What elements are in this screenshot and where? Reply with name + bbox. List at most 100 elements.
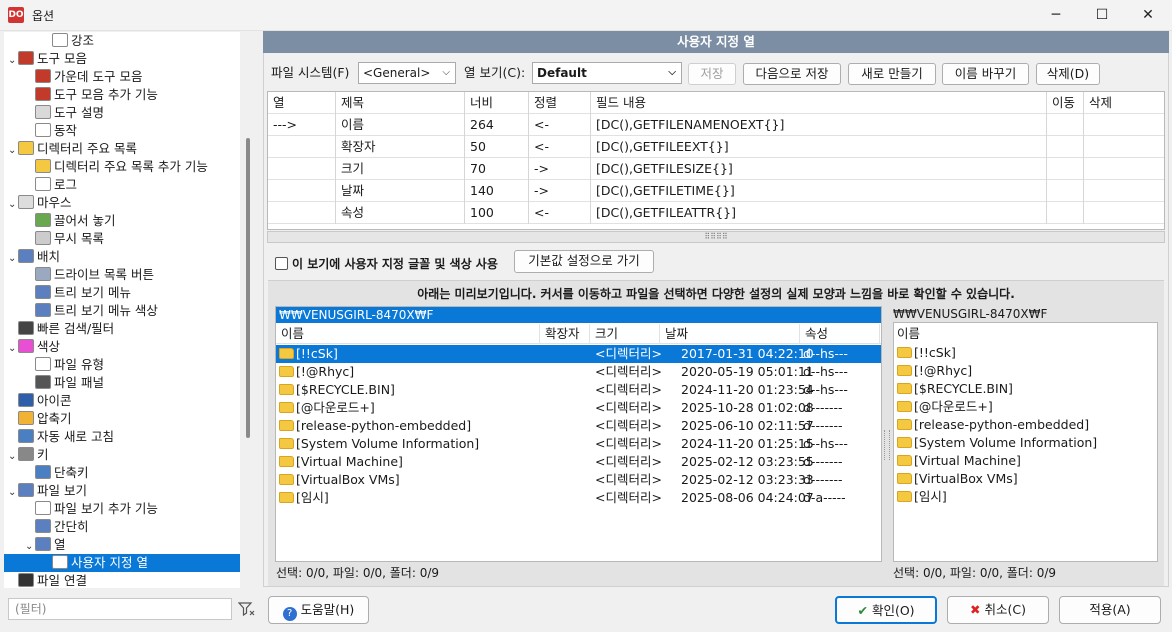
table-cell[interactable]: 70 <box>465 158 529 180</box>
table-cell[interactable]: ---> <box>268 114 336 136</box>
minimize-button[interactable]: ─ <box>1033 0 1079 31</box>
tree-item[interactable]: 도구 설명 <box>4 104 240 122</box>
tree-item[interactable]: 가운데 도구 모음 <box>4 68 240 86</box>
header-name[interactable]: 이름 <box>276 324 540 344</box>
table-cell[interactable]: [DC(),GETFILETIME{}] <box>591 180 1047 202</box>
table-cell[interactable]: 100 <box>465 202 529 224</box>
table-cell[interactable] <box>268 180 336 202</box>
apply-button[interactable]: 적용(A) <box>1059 596 1161 624</box>
table-cell[interactable]: -> <box>529 158 591 180</box>
filesystem-select[interactable]: <General> ⌵ <box>358 62 456 84</box>
table-cell[interactable]: 확장자 <box>336 136 465 158</box>
table-cell[interactable]: <- <box>529 114 591 136</box>
cancel-button[interactable]: ✖ 취소(C) <box>947 596 1049 624</box>
table-cell[interactable]: 140 <box>465 180 529 202</box>
table-row[interactable]: 속성 100 <- [DC(),GETFILEATTR{}] <box>268 202 1164 224</box>
table-cell[interactable] <box>1084 202 1164 224</box>
tree-item[interactable]: 트리 보기 메뉴 색상 <box>4 302 240 320</box>
tree-item[interactable]: 끌어서 놓기 <box>4 212 240 230</box>
table-cell[interactable]: 날짜 <box>336 180 465 202</box>
header-date[interactable]: 날짜 <box>660 324 800 344</box>
mini-preview-list[interactable]: 이름 [!!cSk] [!@Rhyc] [$RECYCLE.BIN] [@다운로드+]… <box>893 322 1158 562</box>
save-as-button[interactable]: 다음으로 저장 <box>743 63 841 85</box>
list-item[interactable]: [$RECYCLE.BIN] <box>897 380 1013 398</box>
tree-item[interactable]: ⌄ 색상 <box>4 338 240 356</box>
table-cell[interactable] <box>268 136 336 158</box>
table-cell[interactable] <box>1084 114 1164 136</box>
tree-item[interactable]: 무시 목록 <box>4 230 240 248</box>
tree-item[interactable]: ⌄ 키 <box>4 446 240 464</box>
table-cell[interactable] <box>1084 180 1164 202</box>
delete-button[interactable]: 삭제(D) <box>1036 63 1100 85</box>
table-cell[interactable] <box>1047 180 1084 202</box>
table-cell[interactable]: 속성 <box>336 202 465 224</box>
table-cell[interactable]: [DC(),GETFILESIZE{}] <box>591 158 1047 180</box>
table-cell[interactable]: <- <box>529 136 591 158</box>
tree-item[interactable]: 사용자 지정 열 <box>4 554 240 572</box>
list-item[interactable]: [System Volume Information] <디렉터리> 2024-11… <box>276 435 881 453</box>
table-cell[interactable] <box>1047 136 1084 158</box>
list-item[interactable]: [Virtual Machine] <디렉터리> 2025-02-12 03:23:… <box>276 453 881 471</box>
close-button[interactable]: ✕ <box>1125 0 1171 31</box>
list-item[interactable]: [임시] <디렉터리> 2025-08-06 04:24:07 d-a----- <box>276 489 881 507</box>
tree-item[interactable]: 강조 <box>4 32 240 50</box>
table-cell[interactable] <box>1084 158 1164 180</box>
tree-item[interactable]: 도구 모음 추가 기능 <box>4 86 240 104</box>
tree-item[interactable]: 디렉터리 주요 목록 추가 기능 <box>4 158 240 176</box>
list-item[interactable]: [$RECYCLE.BIN] <디렉터리> 2024-11-20 01:23:54 d… <box>276 381 881 399</box>
header-ext[interactable]: 확장자 <box>540 324 590 344</box>
rename-button[interactable]: 이름 바꾸기 <box>942 63 1029 85</box>
tree-item[interactable]: 단축키 <box>4 464 240 482</box>
help-button[interactable]: ? 도움말(H) <box>268 596 369 624</box>
table-cell[interactable] <box>1047 114 1084 136</box>
tree-item[interactable]: ⌄ 파일 보기 <box>4 482 240 500</box>
filter-icon[interactable] <box>237 601 256 617</box>
custom-font-checkbox[interactable] <box>275 257 288 270</box>
list-item[interactable]: [!@Rhyc] <box>897 362 972 380</box>
list-item[interactable]: [!!cSk] <box>897 344 956 362</box>
header-attr[interactable]: 속성 <box>800 324 880 344</box>
table-cell[interactable]: 이름 <box>336 114 465 136</box>
table-cell[interactable] <box>1084 136 1164 158</box>
tree-item[interactable]: 드라이브 목록 버튼 <box>4 266 240 284</box>
tree-item[interactable]: 트리 보기 메뉴 <box>4 284 240 302</box>
table-row[interactable]: ---> 이름 264 <- [DC(),GETFILENAMENOEXT{}] <box>268 114 1164 136</box>
list-item[interactable]: [VirtualBox VMs] <디렉터리> 2025-02-12 03:23:3… <box>276 471 881 489</box>
ok-button[interactable]: ✔ 확인(O) <box>835 596 937 624</box>
preview-file-list[interactable]: ₩₩VENUSGIRL-8470X₩F 이름 확장자 크기 날짜 속성 [!!c… <box>275 306 882 562</box>
table-cell[interactable] <box>1047 202 1084 224</box>
tree-item[interactable]: 동작 <box>4 122 240 140</box>
table-row[interactable]: 확장자 50 <- [DC(),GETFILEEXT{}] <box>268 136 1164 158</box>
tree-item[interactable]: 로그 <box>4 176 240 194</box>
save-button[interactable]: 저장 <box>688 63 736 85</box>
tree-item[interactable]: 파일 연결 <box>4 572 240 588</box>
tree-item[interactable]: 자동 새로 고침 <box>4 428 240 446</box>
list-item[interactable]: [System Volume Information] <box>897 434 1097 452</box>
tree-item[interactable]: 파일 유형 <box>4 356 240 374</box>
tree-scrollbar[interactable] <box>246 138 250 438</box>
preview-splitter[interactable] <box>884 430 890 460</box>
list-item[interactable]: [@다운로드+] <box>897 398 993 416</box>
tree-item[interactable]: 파일 패널 <box>4 374 240 392</box>
list-item[interactable]: [임시] <box>897 488 947 506</box>
table-cell[interactable] <box>268 158 336 180</box>
table-cell[interactable] <box>1047 158 1084 180</box>
tree-item[interactable]: ⌄ 디렉터리 주요 목록 <box>4 140 240 158</box>
tree-item[interactable]: ⌄ 마우스 <box>4 194 240 212</box>
tree-item[interactable]: ⌄ 배치 <box>4 248 240 266</box>
table-cell[interactable]: [DC(),GETFILENAMENOEXT{}] <box>591 114 1047 136</box>
list-item[interactable]: [VirtualBox VMs] <box>897 470 1018 488</box>
table-cell[interactable]: [DC(),GETFILEEXT{}] <box>591 136 1047 158</box>
tree-item[interactable]: 간단히 <box>4 518 240 536</box>
table-cell[interactable]: <- <box>529 202 591 224</box>
table-cell[interactable]: 50 <box>465 136 529 158</box>
table-row[interactable]: 날짜 140 -> [DC(),GETFILETIME{}] <box>268 180 1164 202</box>
splitter-handle[interactable]: ⠿⠿⠿⠿ <box>267 231 1165 243</box>
table-cell[interactable]: -> <box>529 180 591 202</box>
table-cell[interactable]: 264 <box>465 114 529 136</box>
tree-item[interactable]: ⌄ 도구 모음 <box>4 50 240 68</box>
table-cell[interactable]: [DC(),GETFILEATTR{}] <box>591 202 1047 224</box>
defaults-button[interactable]: 기본값 설정으로 가기 <box>514 250 654 273</box>
header-size[interactable]: 크기 <box>590 324 660 344</box>
tree-item[interactable]: 아이콘 <box>4 392 240 410</box>
